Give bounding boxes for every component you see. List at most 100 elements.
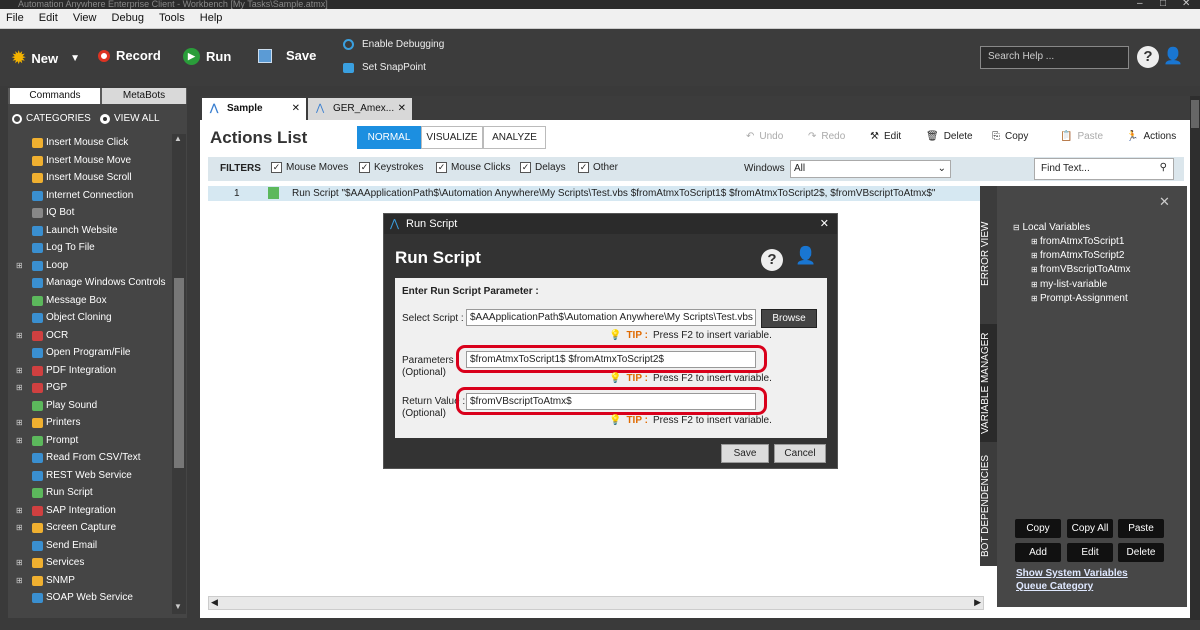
mode-visualize-button[interactable]: VISUALIZE [421, 126, 483, 149]
enable-debugging-button[interactable]: Enable Debugging [343, 39, 444, 50]
command-item[interactable]: ⊞ Printers [14, 414, 174, 432]
tree-root[interactable]: ⊟ Local Variables [1013, 222, 1090, 233]
command-item[interactable]: Internet Connection [14, 187, 174, 205]
maximize-icon[interactable]: □ [1160, 0, 1166, 9]
edit-variable-button[interactable]: Edit [1067, 543, 1113, 562]
command-item[interactable]: ⊞ SNMP [14, 572, 174, 590]
variable-item[interactable]: ⊞ fromAtmxToScript2 [1031, 250, 1124, 261]
command-item[interactable]: Insert Mouse Move [14, 152, 174, 170]
command-item[interactable]: ⊞ PGP [14, 379, 174, 397]
search-icon[interactable]: ⚲ [1160, 162, 1167, 173]
command-item[interactable]: ⊞ OCR [14, 327, 174, 345]
add-variable-button[interactable]: Add [1015, 543, 1061, 562]
command-item[interactable]: Log To File [14, 239, 174, 257]
dropdown-arrow-icon[interactable]: ▼ [70, 53, 80, 64]
variable-item[interactable]: ⊞ Prompt-Assignment [1031, 293, 1128, 304]
command-item[interactable]: Launch Website [14, 222, 174, 240]
expand-icon[interactable]: ⊞ [16, 519, 23, 537]
filter-delays[interactable]: ✓ Delays [520, 162, 566, 173]
variable-item[interactable]: ⊞ fromVBscriptToAtmx [1031, 264, 1131, 275]
dialog-save-button[interactable]: Save [721, 444, 769, 463]
tab-commands[interactable]: Commands [10, 88, 100, 104]
close-tab-icon[interactable]: ✕ [398, 103, 406, 114]
filter-other[interactable]: ✓ Other [578, 162, 618, 173]
command-item[interactable]: ⊞ PDF Integration [14, 362, 174, 380]
expand-icon[interactable]: ⊞ [16, 572, 23, 590]
actions-button[interactable]: 🏃 Actions [1126, 131, 1176, 142]
command-item[interactable]: Insert Mouse Scroll [14, 169, 174, 187]
scroll-right-icon[interactable]: ▶ [974, 597, 981, 608]
close-dialog-icon[interactable]: ✕ [820, 214, 829, 234]
expand-icon[interactable]: ⊞ [16, 554, 23, 572]
menu-debug[interactable]: Debug [106, 9, 150, 27]
menu-file[interactable]: File [0, 9, 30, 27]
close-window-icon[interactable]: ✕ [1182, 0, 1190, 9]
expand-icon[interactable]: ⊞ [16, 502, 23, 520]
close-tab-icon[interactable]: ✕ [292, 103, 300, 114]
redo-button[interactable]: ↷ Redo [808, 131, 845, 142]
undo-button[interactable]: ↶ Undo [746, 131, 783, 142]
command-item[interactable]: Send Email [14, 537, 174, 555]
expand-icon[interactable]: ⊞ [16, 362, 23, 380]
scroll-left-icon[interactable]: ◀ [211, 597, 218, 608]
minimize-icon[interactable]: – [1137, 0, 1143, 9]
help-icon[interactable]: ? [761, 249, 783, 271]
horizontal-scrollbar[interactable]: ◀ ▶ [208, 596, 984, 610]
variable-item[interactable]: ⊞ fromAtmxToScript1 [1031, 236, 1124, 247]
expand-icon[interactable]: ⊞ [16, 379, 23, 397]
command-item[interactable]: ⊞ Prompt [14, 432, 174, 450]
variable-item[interactable]: ⊞ my-list-variable [1031, 279, 1107, 290]
command-item[interactable]: Read From CSV/Text [14, 449, 174, 467]
view-all-radio[interactable]: VIEW ALL [100, 113, 160, 124]
command-item[interactable]: Manage Windows Controls [14, 274, 174, 292]
command-item[interactable]: Play Sound [14, 397, 174, 415]
show-system-variables-link[interactable]: Show System Variables [1016, 568, 1128, 579]
command-item[interactable]: Message Box [14, 292, 174, 310]
commands-scrollbar[interactable]: ▲ ▼ [172, 134, 186, 614]
tab-sample[interactable]: ⋀ Sample ✕ [202, 98, 306, 120]
help-icon[interactable]: ? [1137, 46, 1159, 68]
paste-variable-button[interactable]: Paste [1118, 519, 1164, 538]
expand-icon[interactable]: ⊞ [16, 327, 23, 345]
copy-all-button[interactable]: Copy All [1067, 519, 1113, 538]
expand-icon[interactable]: ⊞ [16, 257, 23, 275]
expand-icon[interactable]: ⊞ [16, 432, 23, 450]
tab-ger-amex[interactable]: ⋀ GER_Amex... ✕ [308, 98, 412, 120]
command-item[interactable]: Object Cloning [14, 309, 174, 327]
paste-button[interactable]: 📋 Paste [1060, 131, 1103, 142]
browse-button[interactable]: Browse [761, 309, 817, 328]
command-item[interactable]: Run Script [14, 484, 174, 502]
windows-select[interactable]: All ⌄ [790, 160, 951, 178]
command-item[interactable]: ⊞ Services [14, 554, 174, 572]
menu-help[interactable]: Help [194, 9, 229, 27]
categories-radio[interactable]: CATEGORIES [12, 113, 91, 124]
find-text-input[interactable]: Find Text... ⚲ [1034, 158, 1174, 180]
filter-keystrokes[interactable]: ✓ Keystrokes [359, 162, 423, 173]
tab-metabots[interactable]: MetaBots [102, 88, 186, 104]
edit-button[interactable]: ⚒ Edit [870, 131, 901, 142]
close-icon[interactable]: ✕ [1159, 194, 1170, 210]
dialog-cancel-button[interactable]: Cancel [774, 444, 826, 463]
tab-bot-dependencies[interactable]: BOT DEPENDENCIES [980, 446, 997, 566]
command-item[interactable]: Open Program/File [14, 344, 174, 362]
delete-variable-button[interactable]: Delete [1118, 543, 1164, 562]
menu-view[interactable]: View [67, 9, 103, 27]
user-alert-icon[interactable]: 👤 [795, 246, 816, 266]
filter-mouse-clicks[interactable]: ✓ Mouse Clicks [436, 162, 510, 173]
search-help-input[interactable]: Search Help ... [980, 46, 1129, 69]
new-button[interactable]: ✹ New ▼ [12, 48, 80, 68]
delete-button[interactable]: 🗑 Delete [926, 131, 973, 142]
user-alert-icon[interactable]: 👤 [1163, 46, 1183, 68]
record-button[interactable]: Record [98, 48, 161, 63]
mode-normal-button[interactable]: NORMAL [357, 126, 421, 149]
run-button[interactable]: ▶ Run [183, 48, 231, 65]
action-row[interactable]: 1 Run Script "$AAApplicationPath$\Automa… [208, 186, 998, 201]
menu-tools[interactable]: Tools [153, 9, 191, 27]
queue-category-link[interactable]: Queue Category [1016, 581, 1093, 592]
command-item[interactable]: IQ Bot [14, 204, 174, 222]
mode-analyze-button[interactable]: ANALYZE [483, 126, 546, 149]
main-scroll-thumb[interactable] [1191, 100, 1199, 128]
command-item[interactable]: ⊞ Screen Capture [14, 519, 174, 537]
menu-edit[interactable]: Edit [33, 9, 64, 27]
command-item[interactable]: ⊞ SAP Integration [14, 502, 174, 520]
